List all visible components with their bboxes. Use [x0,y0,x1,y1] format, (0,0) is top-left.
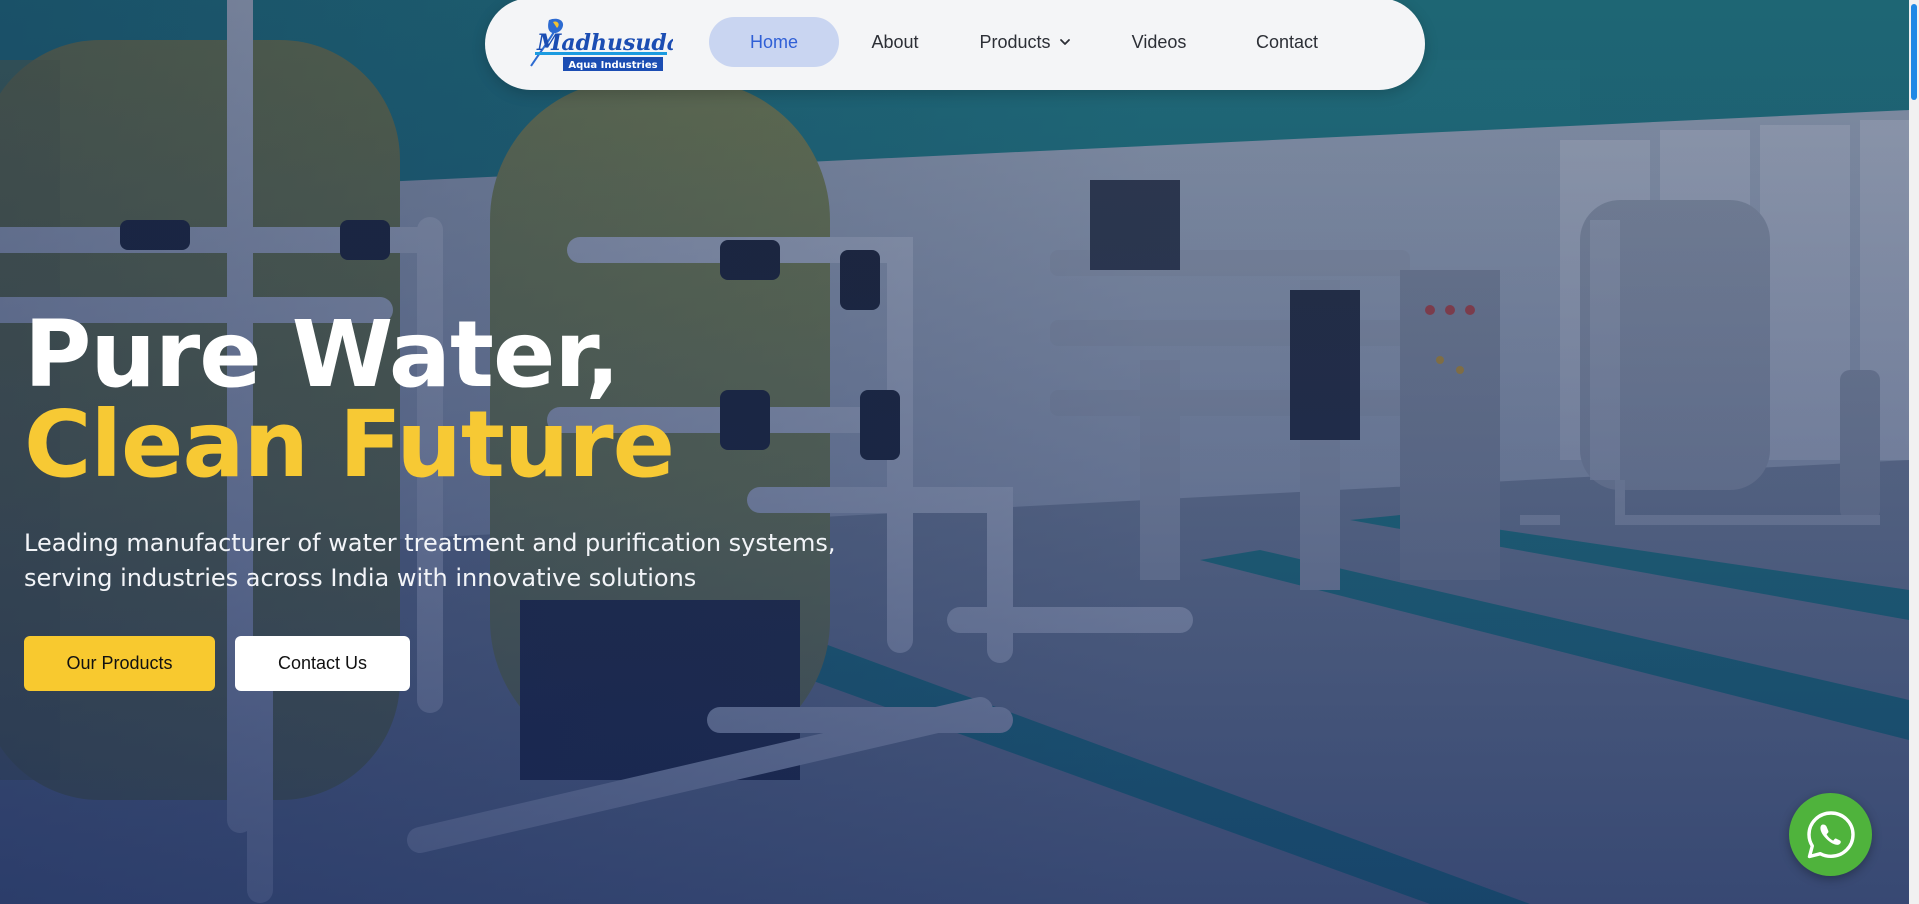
nav-item-products-label: Products [979,31,1051,52]
logo-mark: Madhusudan Aqua Industries [530,18,697,71]
hero-subtext: Leading manufacturer of water treatment … [24,529,836,592]
contact-us-button-label: Contact Us [277,653,368,673]
logo-sub-text: Aqua Industries [568,60,657,71]
nav-item-videos[interactable]: Videos [1103,17,1215,67]
chevron-down-icon [1059,39,1070,45]
nav-item-about-label: About [871,31,919,52]
headline-line-1: Pure Water, [24,301,620,408]
our-products-button-label: Our Products [66,653,173,673]
nav-item-home-label: Home [749,31,798,52]
our-products-button[interactable]: Our Products [24,636,215,691]
scrollbar-thumb[interactable] [1911,4,1917,100]
top-navbar: Madhusudan Aqua Industries Home About Pr… [485,0,1425,90]
headline-line-2: Clean Future [24,391,675,498]
page-scrollbar[interactable] [1909,0,1919,904]
contact-us-button[interactable]: Contact Us [235,636,410,691]
nav-item-videos-label: Videos [1131,31,1187,52]
hero-headline: Pure Water, Clean Future [24,301,675,498]
nav-item-about[interactable]: About [839,17,951,67]
nav-item-contact-label: Contact [1255,31,1319,52]
nav-item-products[interactable]: Products [955,17,1095,67]
whatsapp-icon [1806,810,1855,858]
company-logo[interactable]: Madhusudan Aqua Industries [525,14,697,74]
nav-item-home[interactable]: Home [709,17,839,67]
nav-menu: Home About Products Videos Contact [709,16,1347,68]
whatsapp-button[interactable] [1789,793,1872,876]
nav-item-contact[interactable]: Contact [1227,17,1347,67]
